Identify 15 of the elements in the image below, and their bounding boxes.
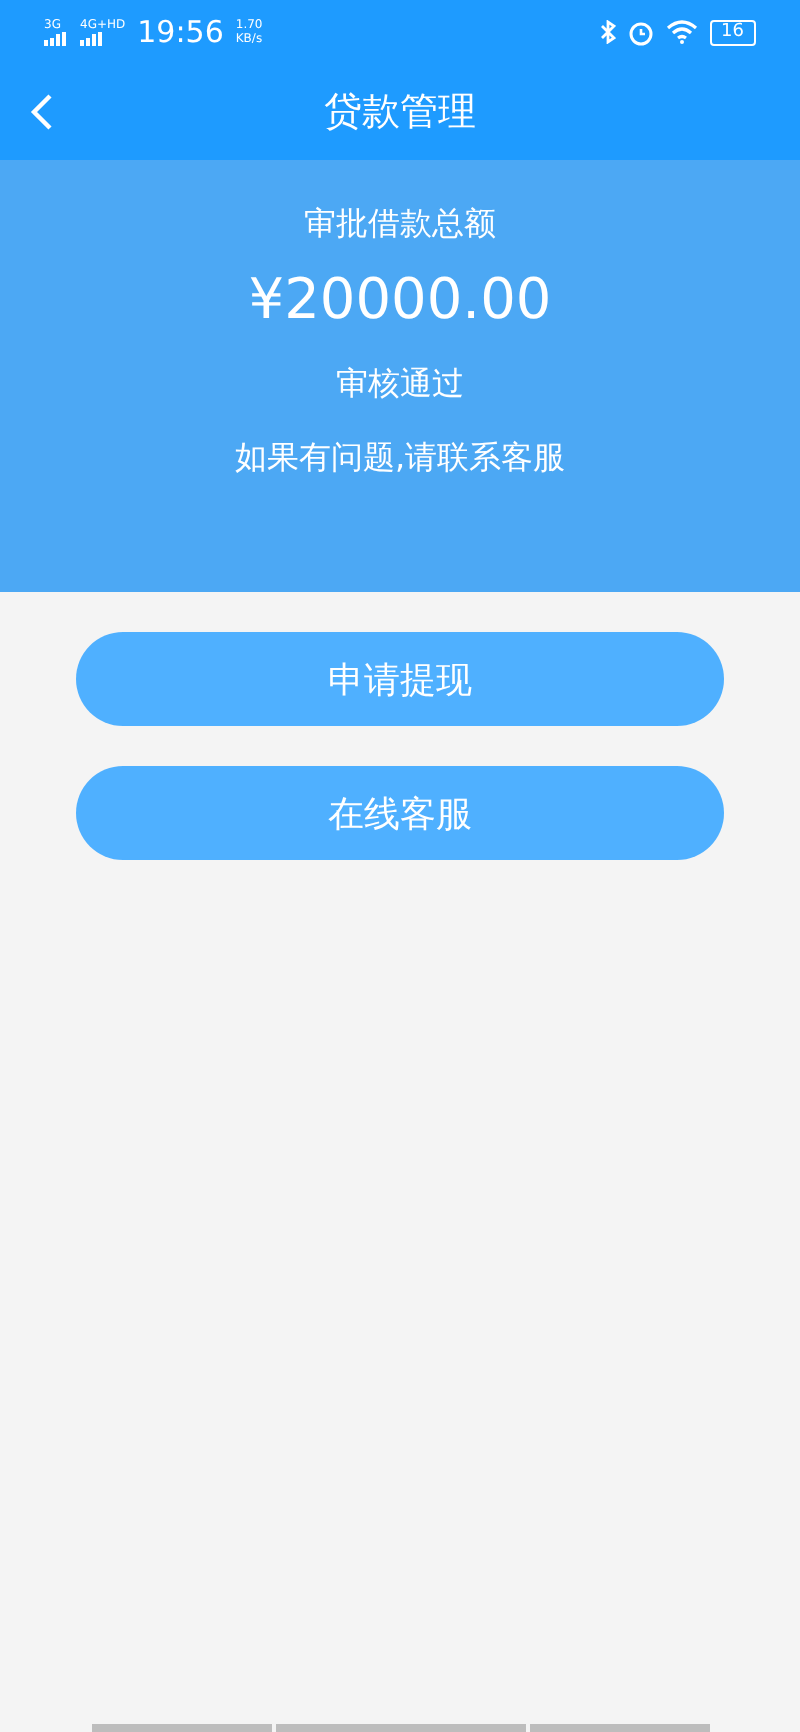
alarm-icon (627, 19, 654, 45)
help-note: 如果有问题,请联系客服 (234, 438, 566, 480)
amount-label: 审批借款总额 (304, 204, 496, 246)
back-icon[interactable] (30, 92, 54, 132)
battery-level: 16 (709, 19, 756, 45)
action-button[interactable]: 申请提现 (76, 632, 724, 726)
wifi-icon (665, 20, 698, 44)
loan-amount: ¥20000.00 (248, 266, 552, 332)
review-status: 审核通过 (336, 364, 464, 406)
bluetooth-icon (599, 20, 616, 44)
page-title: 贷款管理 (324, 88, 476, 138)
status-time: 19:56 (137, 14, 224, 50)
action-button[interactable]: 在线客服 (76, 766, 724, 860)
signal-icon (80, 32, 104, 46)
signal-icon (44, 32, 68, 46)
